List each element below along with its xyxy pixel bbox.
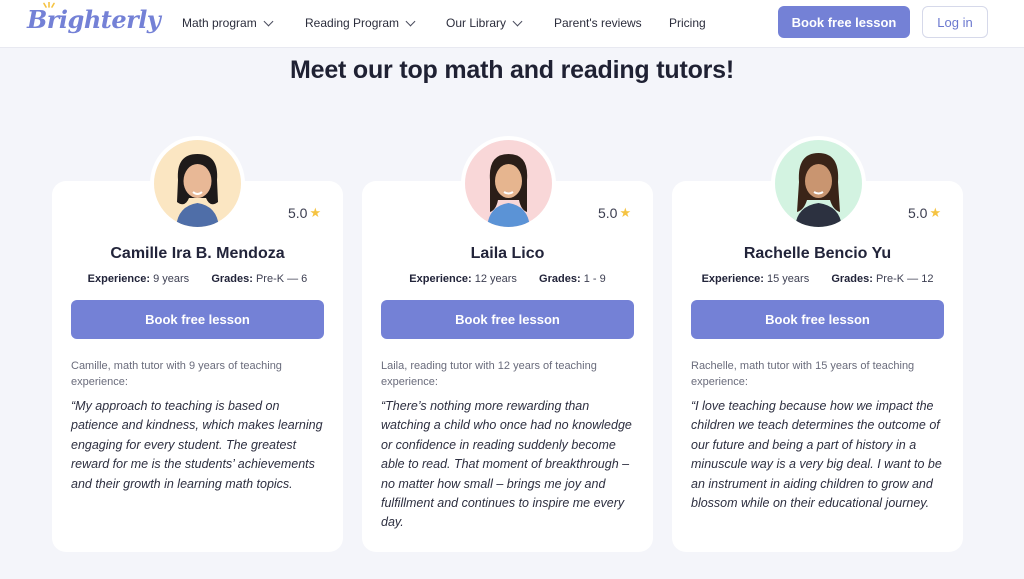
rating-value: 5.0 bbox=[288, 205, 308, 221]
nav-item-pricing[interactable]: Pricing bbox=[669, 16, 706, 30]
grades-label: Grades: bbox=[539, 273, 581, 285]
brighterly-logo[interactable]: Brighterly bbox=[27, 2, 161, 34]
book-free-lesson-button[interactable]: Book free lesson bbox=[691, 300, 944, 339]
experience-label: Experience: bbox=[409, 273, 472, 285]
grades-value: Pre-K — 6 bbox=[255, 273, 308, 285]
tutor-intro: Rachelle, math tutor with 15 years of te… bbox=[691, 360, 915, 388]
tutor-intro: Camille, math tutor with 9 years of teac… bbox=[71, 360, 282, 388]
grades-value: 1 - 9 bbox=[583, 273, 606, 285]
tutor-name: Camille Ira B. Mendoza bbox=[110, 245, 285, 262]
nav-item-reading-program[interactable]: Reading Program bbox=[305, 16, 416, 30]
nav-item-parents-reviews[interactable]: Parent's reviews bbox=[554, 16, 642, 30]
tutor-intro: Laila, reading tutor with 12 years of te… bbox=[381, 360, 597, 388]
experience-value: 15 years bbox=[767, 273, 810, 285]
grades-label: Grades: bbox=[831, 273, 873, 285]
rating-value: 5.0 bbox=[598, 205, 618, 221]
page-title: Meet our top math and reading tutors! bbox=[290, 56, 734, 84]
tutor-rating: 5.0 ★ bbox=[598, 205, 631, 221]
tutor-name: Rachelle Bencio Yu bbox=[743, 245, 892, 262]
sun-icon bbox=[43, 2, 55, 8]
tutor-card: Camille Ira B. Mendoza Experience: 9 yea… bbox=[52, 181, 343, 552]
tutor-meta: Experience: 12 years Grades: 1 - 9 bbox=[362, 273, 653, 285]
login-button[interactable]: Log in bbox=[922, 6, 988, 38]
tutor-avatar bbox=[771, 136, 866, 231]
rating-value: 5.0 bbox=[908, 205, 928, 221]
star-icon: ★ bbox=[309, 205, 322, 220]
nav-item-math-program[interactable]: Math program bbox=[182, 16, 274, 30]
experience-value: 9 years bbox=[153, 273, 190, 285]
chevron-down-icon bbox=[405, 16, 416, 26]
tutor-name: Laila Lico bbox=[470, 245, 545, 262]
nav-item-label: Our Library bbox=[446, 16, 507, 30]
tutor-meta: Experience: 9 years Grades: Pre-K — 6 bbox=[52, 273, 343, 285]
tutor-card: Rachelle Bencio Yu Experience: 15 years … bbox=[672, 181, 963, 552]
nav-item-label: Pricing bbox=[669, 16, 706, 30]
grades-label: Grades: bbox=[211, 273, 253, 285]
tutor-card: Laila Lico Experience: 12 years Grades: … bbox=[362, 181, 653, 552]
logo-text: Brighterly bbox=[27, 5, 161, 34]
star-icon: ★ bbox=[929, 205, 942, 220]
book-free-lesson-button[interactable]: Book free lesson bbox=[381, 300, 634, 339]
tutor-photo-icon bbox=[775, 140, 862, 227]
tutor-meta: Experience: 15 years Grades: Pre-K — 12 bbox=[672, 273, 963, 285]
tutor-rating: 5.0 ★ bbox=[288, 205, 321, 221]
nav-item-label: Reading Program bbox=[305, 16, 400, 30]
nav-item-label: Parent's reviews bbox=[554, 16, 642, 30]
tutor-photo-icon bbox=[465, 140, 552, 227]
chevron-down-icon bbox=[512, 16, 523, 26]
experience-label: Experience: bbox=[701, 273, 764, 285]
tutor-quote: “There’s nothing more rewarding than wat… bbox=[381, 399, 632, 530]
tutor-rating: 5.0 ★ bbox=[908, 205, 941, 221]
grades-value: Pre-K — 12 bbox=[875, 273, 934, 285]
nav-item-label: Math program bbox=[182, 16, 257, 30]
tutor-avatar bbox=[461, 136, 556, 231]
chevron-down-icon bbox=[263, 16, 274, 26]
top-nav: Brighterly Math program Reading Program … bbox=[0, 0, 1024, 48]
tutor-photo-icon bbox=[154, 140, 241, 227]
tutor-quote: “My approach to teaching is based on pat… bbox=[71, 399, 323, 491]
experience-value: 12 years bbox=[474, 273, 517, 285]
experience-label: Experience: bbox=[87, 273, 151, 285]
nav-item-our-library[interactable]: Our Library bbox=[446, 16, 523, 30]
tutor-avatar bbox=[150, 136, 245, 231]
book-free-lesson-button[interactable]: Book free lesson bbox=[71, 300, 324, 339]
book-free-lesson-button[interactable]: Book free lesson bbox=[778, 6, 910, 38]
tutor-quote: “I love teaching because how we impact t… bbox=[691, 399, 942, 511]
star-icon: ★ bbox=[619, 205, 632, 220]
